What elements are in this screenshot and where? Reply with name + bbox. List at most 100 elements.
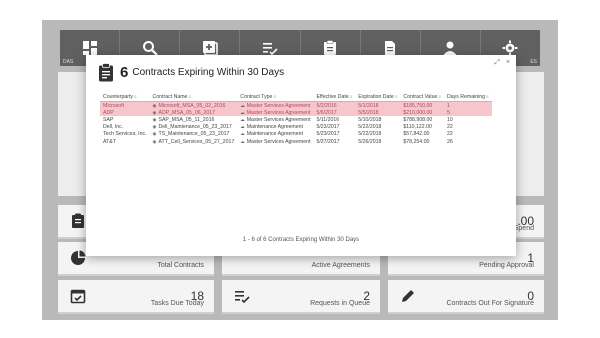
clipboard-icon	[99, 63, 113, 82]
counterparty-cell: Tech Services, Inc.	[100, 131, 150, 138]
contract-type-cell-text: Maintenance Agreement	[246, 124, 303, 131]
days-remaining-cell-text: 10	[446, 116, 453, 123]
column-header-label: Contract Type	[240, 94, 273, 100]
tasks-due-label: Tasks Due Today	[150, 300, 204, 307]
counterparty-cell: SAP	[100, 116, 150, 123]
nav-caption: DAS	[63, 59, 74, 65]
column-header[interactable]: Days Remaining≡	[443, 93, 492, 102]
filter-icon[interactable]: ≡	[188, 94, 191, 99]
close-icon[interactable]: ×	[506, 59, 510, 66]
column-header[interactable]: Expiration Date≡	[355, 93, 401, 102]
view-icon[interactable]: ◉	[153, 124, 157, 129]
column-header[interactable]: Contract Name≡	[149, 93, 238, 102]
contract-type-cell-text: Master Services Agreement	[246, 102, 311, 109]
view-icon[interactable]: ◉	[153, 117, 157, 122]
contract-name-cell-text: Dell_Maintenance_05_23_2017	[158, 124, 232, 131]
contract-value-cell-text: $57,842.00	[403, 131, 430, 138]
table-body: Microsoft ◉ Microsoft_MSA_05_02_2016 ☁ Maste…	[100, 101, 492, 146]
contract-name-cell[interactable]: ◉ ATT_Cell_Services_05_27_2017	[150, 138, 238, 145]
counterparty-cell: AT&T	[100, 138, 150, 145]
document-icon	[385, 41, 396, 55]
signature-label: Contracts Out For Signature	[446, 300, 534, 307]
view-icon[interactable]: ◉	[153, 139, 157, 144]
card-tasks-due[interactable]: 18 Tasks Due Today	[58, 280, 214, 314]
contract-name-cell[interactable]: ◉ TS_Maintenance_05_23_2017	[150, 131, 238, 138]
effective-date-cell: 5/6/2017	[313, 109, 356, 117]
contract-type-cell: ☁ Maintenance Agreement	[237, 124, 313, 131]
column-header-label: Contract Value	[403, 94, 438, 100]
effective-date-cell-text: 5/23/2017	[316, 124, 340, 131]
card-signature[interactable]: 0 Contracts Out For Signature	[388, 280, 544, 314]
counterparty-cell-text: Dell, Inc.	[103, 124, 124, 131]
contract-name-cell-text: ATT_Cell_Services_05_27_2017	[158, 138, 235, 145]
table-row[interactable]: Tech Services, Inc. ◉ TS_Maintenance_05_23…	[100, 131, 492, 138]
contract-type-cell: ☁ Maintenance Agreement	[237, 131, 313, 138]
card-requests[interactable]: 2 Requests in Queue	[222, 280, 380, 314]
contract-name-cell[interactable]: ◉ SAP_MSA_05_11_2016	[150, 116, 238, 123]
view-icon[interactable]: ◉	[153, 131, 157, 136]
counterparty-cell-text: SAP	[103, 116, 114, 123]
column-header[interactable]: Contract Value≡	[400, 93, 444, 102]
contract-name-cell[interactable]: ◉ Dell_Maintenance_05_23_2017	[150, 124, 238, 131]
filter-icon[interactable]: ≡	[350, 94, 353, 99]
effective-date-cell-text: 5/6/2017	[316, 109, 337, 116]
filter-icon[interactable]: ≡	[273, 94, 276, 99]
contract-value-cell: $210,000.00	[400, 109, 444, 117]
expiration-date-cell: 5/10/2018	[355, 116, 400, 123]
effective-date-cell: 5/23/2017	[313, 124, 355, 131]
table-row[interactable]: SAP ◉ SAP_MSA_05_11_2016 ☁ Master Services A…	[100, 116, 492, 123]
gear-icon	[502, 40, 518, 56]
contract-type-cell: ☁ Master Services Agreement	[237, 109, 314, 117]
view-icon[interactable]: ◉	[153, 110, 157, 115]
column-header-label: Days Remaining	[446, 94, 486, 100]
contract-name-cell-text: Microsoft_MSA_05_02_2016	[158, 102, 226, 109]
column-header[interactable]: Effective Date≡	[313, 93, 356, 102]
table-row[interactable]: Dell, Inc. ◉ Dell_Maintenance_05_23_2017 ☁ M…	[100, 124, 492, 131]
expiration-date-cell: 5/5/2018	[355, 109, 401, 117]
counterparty-cell-text: AT&T	[103, 138, 116, 145]
contract-value-cell: $185,750.00	[400, 101, 444, 110]
column-header-label: Contract Name	[152, 94, 188, 100]
cloud-icon: ☁	[240, 116, 245, 122]
filter-icon[interactable]: ≡	[438, 94, 441, 99]
contract-value-cell-text: $210,000.00	[403, 109, 433, 116]
pending-approval-label: Pending Approval	[479, 262, 534, 269]
contract-name-cell[interactable]: ◉ Microsoft_MSA_05_02_2016	[149, 101, 238, 110]
contract-name-cell[interactable]: ◉ ADP_MSA_05_06_2017	[149, 109, 238, 117]
table-row[interactable]: AT&T ◉ ATT_Cell_Services_05_27_2017 ☁ Master…	[100, 138, 492, 145]
view-icon[interactable]: ◉	[153, 103, 157, 108]
days-remaining-cell: 22	[444, 131, 492, 138]
column-header[interactable]: Counterparty≡	[100, 93, 150, 102]
contract-value-cell: $78,254.00	[400, 138, 444, 145]
effective-date-cell: 5/11/2016	[313, 116, 355, 123]
active-agreements-label: Active Agreements	[311, 262, 370, 269]
cloud-icon: ☁	[240, 124, 245, 130]
contract-name-cell-text: SAP_MSA_05_11_2016	[158, 116, 215, 123]
counterparty-cell: ADP	[100, 109, 150, 117]
days-remaining-cell: 22	[444, 124, 492, 131]
filter-icon[interactable]: ≡	[486, 94, 489, 99]
search-icon	[142, 41, 158, 56]
filter-icon[interactable]: ≡	[395, 94, 398, 99]
expiration-date-cell: 5/1/2018	[355, 101, 401, 110]
days-remaining-cell-text: 22	[446, 131, 453, 138]
effective-date-cell: 5/23/2017	[313, 131, 355, 138]
counterparty-cell: Dell, Inc.	[100, 124, 150, 131]
days-remaining-cell-text: 1	[446, 102, 450, 109]
contract-name-cell-text: ADP_MSA_05_06_2017	[158, 109, 216, 116]
expiration-date-cell-text: 5/22/2018	[358, 124, 382, 131]
days-remaining-cell-text: 5	[446, 109, 450, 116]
contract-value-cell-text: $788,908.00	[403, 116, 433, 123]
expand-icon[interactable]: ⤢	[494, 59, 500, 67]
table-row[interactable]: Microsoft ◉ Microsoft_MSA_05_02_2016 ☁ Maste…	[100, 101, 492, 110]
table-row[interactable]: ADP ◉ ADP_MSA_05_06_2017 ☁ Master Services A…	[100, 109, 492, 117]
contract-type-cell-text: Maintenance Agreement	[246, 131, 303, 138]
pie-chart-icon	[70, 250, 86, 266]
column-header[interactable]: Contract Type≡	[237, 93, 314, 102]
filter-icon[interactable]: ≡	[134, 94, 137, 99]
cloud-icon: ☁	[240, 102, 245, 108]
expiration-date-cell-text: 5/5/2018	[358, 109, 379, 116]
dashboard-icon	[82, 41, 97, 55]
calendar-check-icon	[70, 288, 86, 304]
contract-value-cell-text: $185,750.00	[403, 102, 433, 109]
